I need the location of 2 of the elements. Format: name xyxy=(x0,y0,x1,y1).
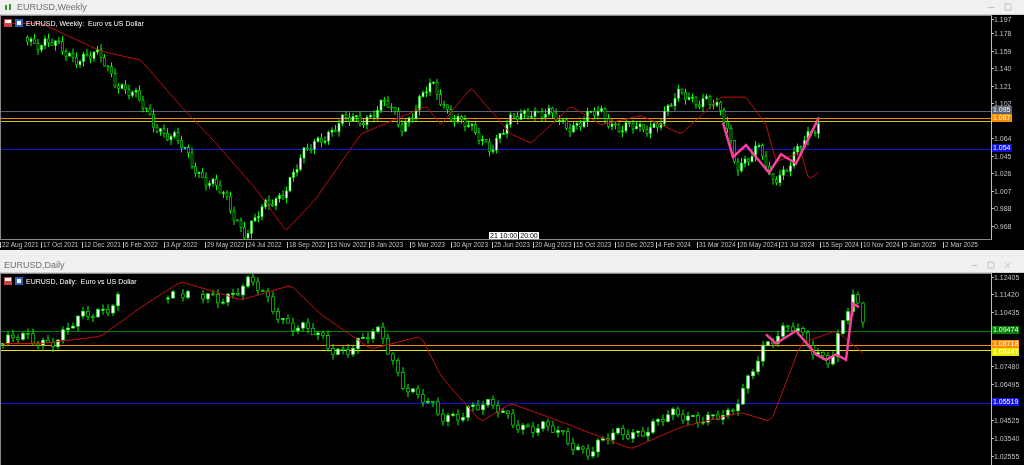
window-title: EURUSD,Weekly xyxy=(17,2,87,12)
window-title: EURUSD,Daily xyxy=(4,260,65,270)
